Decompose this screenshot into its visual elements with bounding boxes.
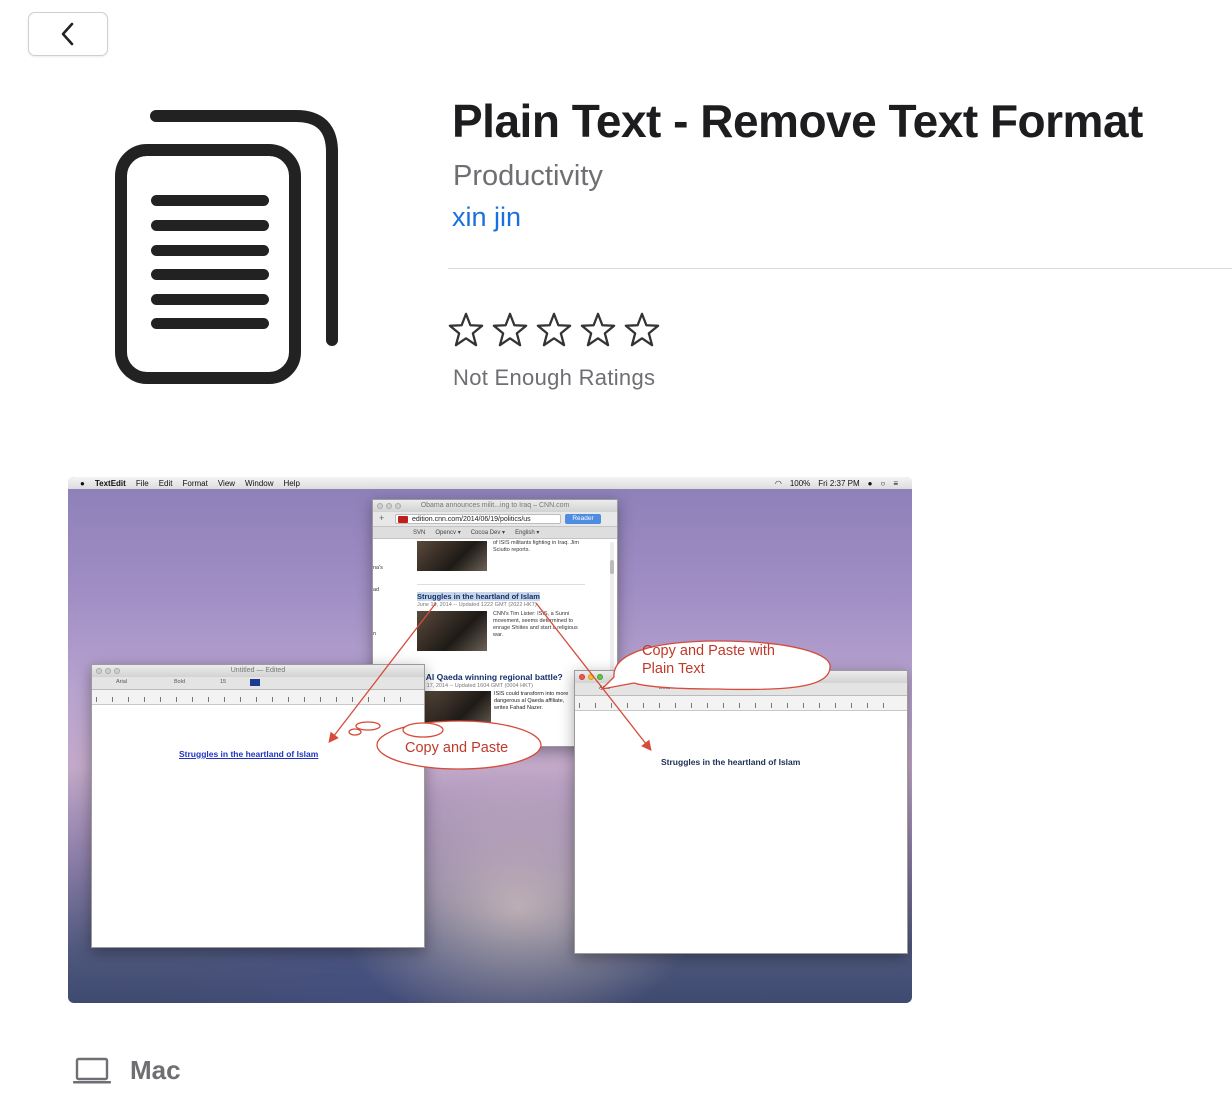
search-icon: ○ xyxy=(880,478,886,488)
window-controls xyxy=(96,668,120,674)
star-outline-icon xyxy=(492,312,528,347)
menubar-app-name: TextEdit xyxy=(94,478,126,488)
news-thumbnail xyxy=(417,611,487,651)
developer-link[interactable]: xin jin xyxy=(452,202,521,233)
textedit-titlebar: Untitled — Edited xyxy=(92,665,424,677)
menubar-status: ◠ 100% Fri 2:37 PM ● ○ ≡ xyxy=(775,477,898,489)
window-controls xyxy=(377,503,401,509)
apple-icon: ● xyxy=(80,478,85,488)
browser-titlebar: Obama announces milit...ing to Iraq – CN… xyxy=(373,500,617,512)
ruler xyxy=(92,690,424,705)
copy-paste-label: Copy and Paste xyxy=(405,740,509,756)
menubar-item: Format xyxy=(182,478,208,488)
color-swatch xyxy=(250,679,260,686)
font-name: Arial xyxy=(116,679,128,685)
star-outline-icon xyxy=(580,312,616,347)
textedit-window-left: Untitled — Edited Arial Bold 15 Struggle… xyxy=(91,664,425,948)
bookmark-item: Opencv ▾ xyxy=(435,530,461,536)
divider xyxy=(448,268,1232,269)
chevron-left-icon xyxy=(61,22,74,46)
menubar-item: Window xyxy=(245,478,274,488)
pasted-plain-text: Struggles in the heartland of Islam xyxy=(661,757,801,767)
menubar-item: Edit xyxy=(158,478,173,488)
platform-row: Mac xyxy=(72,1055,181,1086)
bookmark-item: Cocoa Dev ▾ xyxy=(470,530,506,536)
browser-window-title: Obama announces milit...ing to Iraq – CN… xyxy=(420,502,570,509)
textedit-window-title: Untitled — Edited xyxy=(230,667,286,674)
snippet-text: of ISIS militants fighting in Iraq. Jim … xyxy=(493,540,579,553)
article-date: ne 17, 2014 -- Updated 1604 GMT (0004 HK… xyxy=(419,683,533,689)
browser-url-bar: + edition.cnn.com/2014/06/19/politics/us… xyxy=(373,512,617,527)
side-fragment: na's xyxy=(373,565,383,571)
star-outline-icon xyxy=(536,312,572,347)
article-date: June 19, 2014 -- Updated 1222 GMT (2022 … xyxy=(417,602,537,608)
side-fragment: ad xyxy=(373,587,380,593)
menubar-item: Help xyxy=(283,478,300,488)
add-tab-icon: + xyxy=(379,513,385,523)
window-controls xyxy=(579,674,603,680)
pasted-formatted-text: Struggles in the heartland of Islam xyxy=(179,749,319,759)
news-thumbnail xyxy=(421,691,491,731)
clock-text: Fri 2:37 PM xyxy=(818,478,860,488)
app-category[interactable]: Productivity xyxy=(453,160,603,193)
mac-menubar: ● TextEdit File Edit Format View Window … xyxy=(68,477,912,489)
plain-text-label-line1: Copy and Paste with xyxy=(642,643,775,659)
news-thumbnail xyxy=(417,541,487,571)
font-name: Arial xyxy=(599,685,611,691)
cnn-favicon-icon xyxy=(398,516,408,523)
url-text: edition.cnn.com/2014/06/19/politics/us xyxy=(412,516,531,523)
url-field: edition.cnn.com/2014/06/19/politics/us xyxy=(395,514,561,524)
wifi-icon: ◠ xyxy=(774,478,782,488)
article-text: ISIS could transform into more dangerous… xyxy=(494,691,576,712)
laptop-icon xyxy=(73,1057,111,1083)
battery-text: 100% xyxy=(789,478,811,488)
list-icon: ≡ xyxy=(893,478,898,488)
article-headline: Struggles in the heartland of Islam xyxy=(417,592,540,601)
back-button[interactable] xyxy=(28,12,108,56)
rating-stars xyxy=(447,310,661,350)
reader-button: Reader xyxy=(565,514,601,524)
menubar-item: View xyxy=(217,478,236,488)
user-icon: ● xyxy=(867,478,873,488)
textedit-titlebar xyxy=(575,671,907,683)
side-fragment: n xyxy=(373,631,377,637)
ruler xyxy=(575,696,907,711)
app-screenshot[interactable]: ● TextEdit File Edit Format View Window … xyxy=(68,477,912,1003)
format-toolbar: Arial Bold 15 xyxy=(92,677,424,690)
format-toolbar: Arial Bold xyxy=(575,683,907,696)
font-style: Bold xyxy=(174,679,186,685)
app-title: Plain Text - Remove Text Format xyxy=(452,95,1143,147)
font-style: Bold xyxy=(659,685,671,691)
star-outline-icon xyxy=(448,312,484,347)
article-text: CNN's Tim Lister: ISIS, a Sunni movement… xyxy=(493,611,578,638)
menubar-item: File xyxy=(135,478,149,488)
star-outline-icon xyxy=(624,312,660,347)
documents-app-icon xyxy=(115,110,338,384)
bookmark-item: SVN xyxy=(413,529,426,536)
textedit-window-right: Arial Bold Struggles in the heartland of… xyxy=(574,670,908,954)
bookmarks-bar: SVN Opencv ▾ Cocoa Dev ▾ English ▾ xyxy=(373,527,617,539)
platform-label: Mac xyxy=(130,1055,181,1085)
plain-text-label-line2: Plain Text xyxy=(642,661,705,677)
ratings-count-text: Not Enough Ratings xyxy=(453,365,656,390)
font-size: 15 xyxy=(220,679,227,685)
article-headline: s Al Qaeda winning regional battle? xyxy=(419,672,563,682)
bookmark-item: English ▾ xyxy=(515,530,540,536)
